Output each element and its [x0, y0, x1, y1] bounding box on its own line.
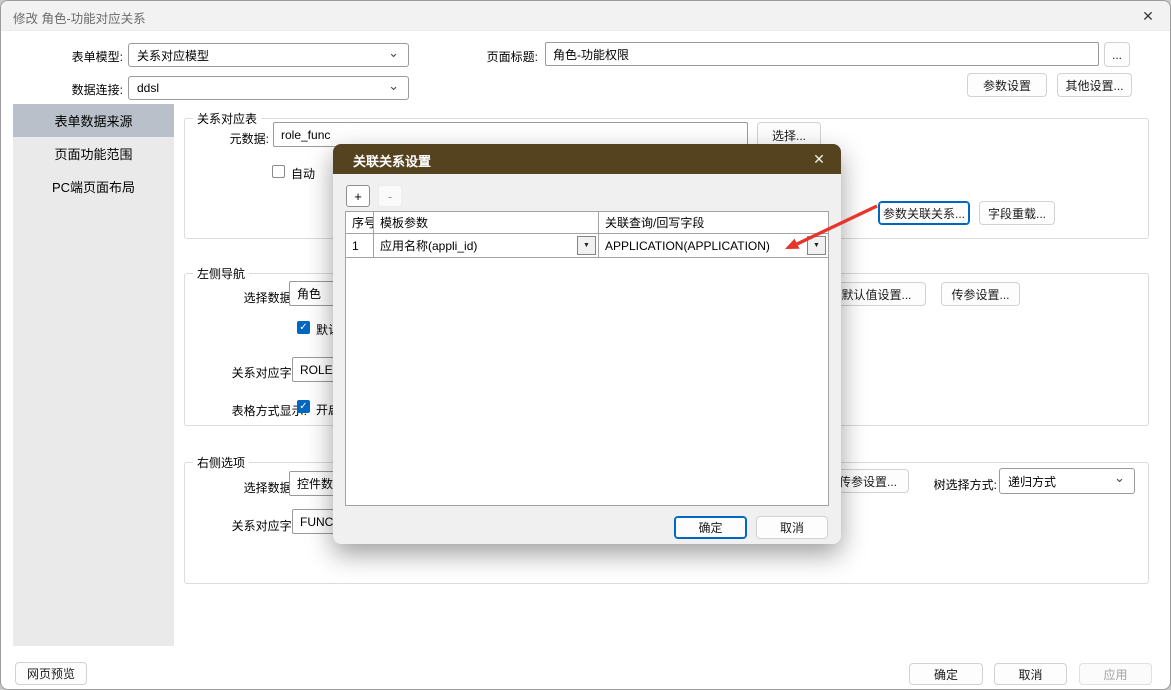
- modal-titlebar: 关联关系设置 ✕: [333, 144, 841, 174]
- sidebar-item-label: 页面功能范围: [54, 144, 132, 163]
- col-header-index: 序号: [346, 212, 374, 234]
- template-param-value: 应用名称(appli_id): [380, 237, 477, 254]
- relation-field-cell[interactable]: APPLICATION(APPLICATION) ▼: [599, 234, 828, 258]
- footer-cancel-label: 取消: [1018, 666, 1042, 683]
- dialog-window: 修改 角色-功能对应关系 ✕ 表单模型: 关系对应模型 ⌄ 页面标题: 角色-功…: [0, 0, 1171, 690]
- default-value-settings-button[interactable]: 默认值设置...: [827, 282, 926, 306]
- check-icon: ✓: [299, 322, 307, 333]
- plus-icon: +: [354, 189, 362, 204]
- metadata-label: 元数据:: [196, 130, 269, 147]
- param-settings-label: 参数设置: [983, 77, 1031, 94]
- param-relation-table: 序号 模板参数 关联查询/回写字段 1 应用名称(appli_id) ▼ APP…: [345, 211, 829, 506]
- table-row: 1 应用名称(appli_id) ▼ APPLICATION(APPLICATI…: [346, 234, 828, 258]
- minus-icon: -: [388, 189, 392, 204]
- param-relation-label: 参数关联关系...: [883, 205, 965, 222]
- tree-select-dropdown[interactable]: 递归方式 ⌄: [999, 468, 1135, 494]
- sidebar-item-form-data-source[interactable]: 表单数据来源: [13, 104, 174, 137]
- footer-ok-label: 确定: [934, 666, 958, 683]
- left-datasource-value: 角色: [297, 285, 321, 302]
- relation-field-value: APPLICATION(APPLICATION): [605, 239, 770, 253]
- footer-apply-label: 应用: [1103, 666, 1127, 683]
- window-title: 修改 角色-功能对应关系: [13, 8, 146, 27]
- col-header-relation-field: 关联查询/回写字段: [599, 212, 828, 234]
- template-param-cell[interactable]: 应用名称(appli_id) ▼: [374, 234, 599, 258]
- check-icon: ✓: [299, 401, 307, 412]
- modal-ok-button[interactable]: 确定: [674, 516, 747, 539]
- page-title-value: 角色-功能权限: [553, 46, 629, 63]
- right-pass-param-label: 传参设置...: [839, 473, 897, 490]
- add-row-button[interactable]: +: [346, 185, 370, 207]
- chevron-down-icon: ⌄: [1114, 470, 1125, 486]
- param-relation-button[interactable]: 参数关联关系...: [878, 201, 970, 225]
- dropdown-arrow-icon: ▼: [583, 242, 590, 249]
- chevron-down-icon: ⌄: [388, 78, 399, 94]
- other-settings-label: 其他设置...: [1065, 77, 1123, 94]
- window-titlebar: 修改 角色-功能对应关系 ✕: [1, 1, 1170, 31]
- table-header-row: 序号 模板参数 关联查询/回写字段: [346, 212, 828, 234]
- right-datasource-value: 控件数: [297, 475, 333, 492]
- remove-row-button[interactable]: -: [378, 185, 402, 207]
- data-connection-label: 数据连接:: [41, 81, 123, 98]
- param-settings-button[interactable]: 参数设置: [967, 73, 1047, 97]
- relation-settings-modal: 关联关系设置 ✕ + - 序号 模板参数 关联查询/回写字段 1 应用名称(ap…: [333, 144, 841, 544]
- field-reload-label: 字段重载...: [988, 205, 1046, 222]
- auto-checkbox-label: 自动: [291, 165, 315, 182]
- right-option-legend: 右侧选项: [193, 454, 249, 471]
- table-display-checkbox[interactable]: ✓: [297, 400, 310, 413]
- metadata-value: role_func: [281, 128, 330, 142]
- sidebar: 表单数据来源 页面功能范围 PC端页面布局: [13, 104, 174, 646]
- modal-close-button[interactable]: ✕: [797, 144, 841, 174]
- close-icon: ✕: [813, 151, 825, 168]
- sidebar-item-label: 表单数据来源: [54, 111, 132, 130]
- other-settings-button[interactable]: 其他设置...: [1057, 73, 1132, 97]
- form-model-select[interactable]: 关系对应模型 ⌄: [128, 43, 409, 67]
- web-preview-label: 网页预览: [27, 665, 75, 682]
- footer-cancel-button[interactable]: 取消: [994, 663, 1067, 685]
- select-metadata-label: 选择...: [772, 127, 806, 144]
- footer-apply-button[interactable]: 应用: [1079, 663, 1152, 685]
- left-nav-legend: 左侧导航: [193, 265, 249, 282]
- field-reload-button[interactable]: 字段重载...: [979, 201, 1055, 225]
- sidebar-item-pc-page-layout[interactable]: PC端页面布局: [13, 170, 174, 203]
- data-connection-value: ddsl: [137, 81, 159, 95]
- left-pass-param-label: 传参设置...: [951, 286, 1009, 303]
- close-icon: ✕: [1142, 8, 1154, 25]
- web-preview-button[interactable]: 网页预览: [15, 662, 87, 685]
- tree-select-label: 树选择方式:: [923, 476, 997, 493]
- auto-checkbox[interactable]: [272, 165, 285, 178]
- data-connection-select[interactable]: ddsl ⌄: [128, 76, 409, 100]
- modal-ok-label: 确定: [698, 519, 722, 536]
- left-relation-field-label: 关系对应字段:: [191, 364, 307, 381]
- modal-title: 关联关系设置: [353, 151, 431, 170]
- dropdown-button[interactable]: ▼: [577, 236, 596, 255]
- form-model-label: 表单模型:: [41, 48, 123, 65]
- left-pass-param-button[interactable]: 传参设置...: [941, 282, 1020, 306]
- window-close-button[interactable]: ✕: [1126, 1, 1170, 31]
- modal-cancel-label: 取消: [780, 519, 804, 536]
- sidebar-item-page-function-scope[interactable]: 页面功能范围: [13, 137, 174, 170]
- default-checkbox[interactable]: ✓: [297, 321, 310, 334]
- footer-ok-button[interactable]: 确定: [909, 663, 983, 685]
- dropdown-button[interactable]: ▼: [807, 236, 826, 255]
- dropdown-arrow-icon: ▼: [813, 242, 820, 249]
- sidebar-item-label: PC端页面布局: [52, 177, 135, 196]
- page-title-label: 页面标题:: [472, 48, 538, 65]
- ellipsis-icon: ...: [1112, 48, 1122, 62]
- form-model-value: 关系对应模型: [137, 47, 209, 64]
- chevron-down-icon: ⌄: [388, 45, 399, 61]
- modal-cancel-button[interactable]: 取消: [756, 516, 828, 539]
- tree-select-value: 递归方式: [1008, 473, 1056, 490]
- row-index-cell: 1: [346, 234, 374, 258]
- page-title-input[interactable]: 角色-功能权限: [545, 42, 1099, 66]
- default-value-settings-label: 默认值设置...: [841, 286, 911, 303]
- right-relation-field-label: 关系对应字段:: [191, 517, 307, 534]
- page-title-more-button[interactable]: ...: [1104, 42, 1130, 67]
- col-header-template-param: 模板参数: [374, 212, 599, 234]
- table-display-label: 表格方式显示:: [191, 402, 307, 419]
- relation-table-legend: 关系对应表: [193, 110, 261, 127]
